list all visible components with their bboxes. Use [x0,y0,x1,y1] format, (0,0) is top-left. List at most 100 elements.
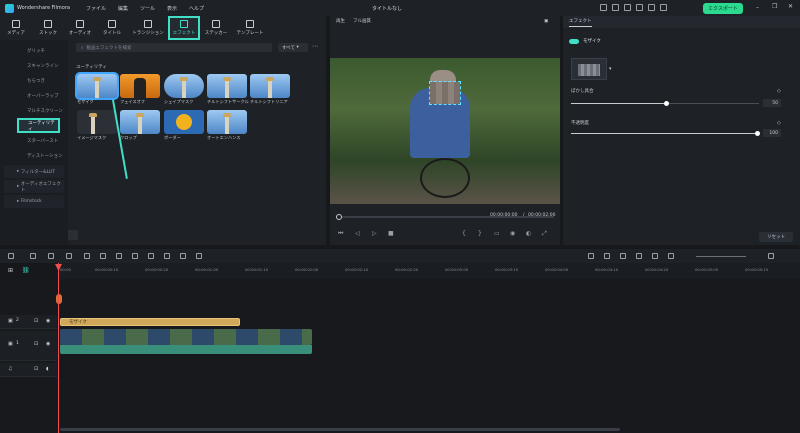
effect-item-mosaic[interactable]: モザイク [75,72,119,105]
volume-icon[interactable]: ◐ [526,230,531,237]
tab-effect[interactable]: エフェクト [168,16,200,40]
tab-template[interactable]: テンプレート [232,16,268,40]
effect-clip-mosaic[interactable]: モザイク [60,318,240,326]
mosaic-preset-thumbnail[interactable] [571,58,607,80]
step-back-icon[interactable]: ◁ [355,230,360,237]
speaker-icon[interactable]: ◖ [46,366,49,372]
display-icon[interactable]: ▭ [494,230,500,237]
camera-icon[interactable]: ◉ [510,230,515,237]
effect-item-tiltshift-linear[interactable]: チルトシフトリニア [250,74,290,105]
tab-title[interactable]: タイトル [96,16,128,40]
shield-icon[interactable] [604,253,610,259]
device-icon[interactable] [600,4,607,11]
filter-dropdown[interactable]: すべて ▾ [278,43,308,52]
sidebar-item-utility[interactable]: ユーティリティ [17,118,60,133]
blur-slider[interactable] [571,101,759,106]
sidebar-item-starburst[interactable]: スターバースト [0,133,68,148]
snapshot-icon[interactable]: ▣ [544,19,548,24]
layout-icon[interactable] [8,253,14,259]
tag-icon[interactable] [100,253,106,259]
video-clip[interactable] [60,329,312,345]
keyframe-icon[interactable]: ◇ [777,88,781,94]
timeline-scrollbar[interactable] [60,428,620,431]
snap-icon[interactable] [652,253,658,259]
opacity-slider-knob[interactable] [755,131,760,136]
effect-item-border[interactable]: ボーダー [164,110,204,141]
timeline-settings-icon[interactable] [768,253,774,259]
tab-sticker[interactable]: ステッカー [200,16,232,40]
eye-icon[interactable]: ◉ [46,341,50,347]
render-icon[interactable] [588,253,594,259]
category-filters-lut[interactable]: ▸ フィルター&LUT [4,165,64,178]
effect-item-faceoff[interactable]: フェイスオフ [120,74,160,105]
preview-video[interactable] [330,58,560,204]
lock-icon[interactable]: ⊡ [34,341,38,347]
effect-search-input[interactable]: ⌕ 動画エフェクトを検索 [76,43,272,52]
reset-button[interactable]: リセット [759,232,793,242]
mic-icon[interactable] [620,253,626,259]
zoom-slider[interactable] [696,256,746,257]
minimize-icon[interactable]: – [756,4,759,11]
gift-icon[interactable] [648,4,655,11]
blur-value[interactable]: 50 [763,99,781,107]
adjust-icon[interactable] [148,253,154,259]
sidebar-item-flicker[interactable]: ちらつき [0,73,68,88]
preview-progress-bar[interactable] [336,216,554,218]
delete-icon[interactable] [66,253,72,259]
bulb-icon[interactable] [612,4,619,11]
stop-icon[interactable]: ■ [388,230,394,237]
preview-playhead-handle[interactable] [336,214,342,220]
video-clip-audio[interactable] [60,345,312,354]
maximize-icon[interactable]: ❐ [772,3,777,10]
play-icon[interactable]: ▷ [372,230,377,237]
more-icon[interactable]: ⋯ [312,43,318,50]
marker-icon[interactable] [668,253,674,259]
save-icon[interactable] [624,4,631,11]
effect-item-shape-mask[interactable]: シェイプマスク [164,74,204,105]
add-track-icon[interactable]: ⊞ [8,267,13,274]
sidebar-item-multiscreen[interactable]: マルチスクリーン [0,103,68,118]
menu-file[interactable]: ファイル [86,5,106,12]
cloud-icon[interactable] [636,4,643,11]
quality-dropdown[interactable]: フル画質 [353,18,371,24]
effect-toggle[interactable] [569,39,579,44]
sidebar-item-overlap[interactable]: オーバーラップ [0,88,68,103]
menu-tools[interactable]: ツール [140,5,155,12]
effect-item-crop[interactable]: クロップ [120,110,160,141]
keyframe-icon[interactable]: ◇ [777,120,781,126]
close-icon[interactable]: ✕ [788,3,793,10]
menu-edit[interactable]: 編集 [118,5,128,12]
export-button[interactable]: エクスポート [703,3,743,14]
opacity-slider[interactable] [571,131,760,136]
tab-effect-props[interactable]: エフェクト [569,18,592,27]
mosaic-overlay[interactable] [429,81,461,105]
collapse-panel-button[interactable] [68,230,78,240]
lock-icon[interactable]: ⊡ [34,366,38,372]
prev-frame-icon[interactable]: ⏮ [338,230,343,238]
crop-icon[interactable] [116,253,122,259]
text-icon[interactable] [132,253,138,259]
effect-item-tiltshift-circle[interactable]: チルトシフトサークル [207,74,249,105]
tab-audio[interactable]: オーディオ [64,16,96,40]
mark-in-icon[interactable]: { [462,230,466,237]
marker-handle[interactable] [56,294,62,304]
menu-view[interactable]: 表示 [167,5,177,12]
category-filmstock[interactable]: ▸ Filmstock [4,195,64,208]
link-icon[interactable]: ⛓ [22,267,30,274]
lock-icon[interactable]: ⊡ [34,318,38,324]
opacity-value[interactable]: 100 [763,129,781,137]
timeline-playhead[interactable] [58,263,59,433]
fullscreen-icon[interactable]: ⤢ [542,230,547,238]
timeline-ruler[interactable]: 00:00 00:00:00:10 00:00:00:20 00:00:01:0… [58,263,800,279]
category-audio-effects[interactable]: ▸ オーディオエフェクト [4,180,64,193]
cut-icon[interactable] [84,253,90,259]
preset-dropdown-icon[interactable]: ▾ [609,66,612,72]
mark-out-icon[interactable]: } [478,230,482,237]
blur-slider-knob[interactable] [664,101,669,106]
tab-media[interactable]: メディア [0,16,32,40]
list-icon[interactable] [636,253,642,259]
tab-transition[interactable]: トランジション [128,16,168,40]
avatar-icon[interactable] [660,4,667,11]
tab-stock[interactable]: ストック [32,16,64,40]
effect-item-image-mask[interactable]: イメージマスク [77,110,117,141]
